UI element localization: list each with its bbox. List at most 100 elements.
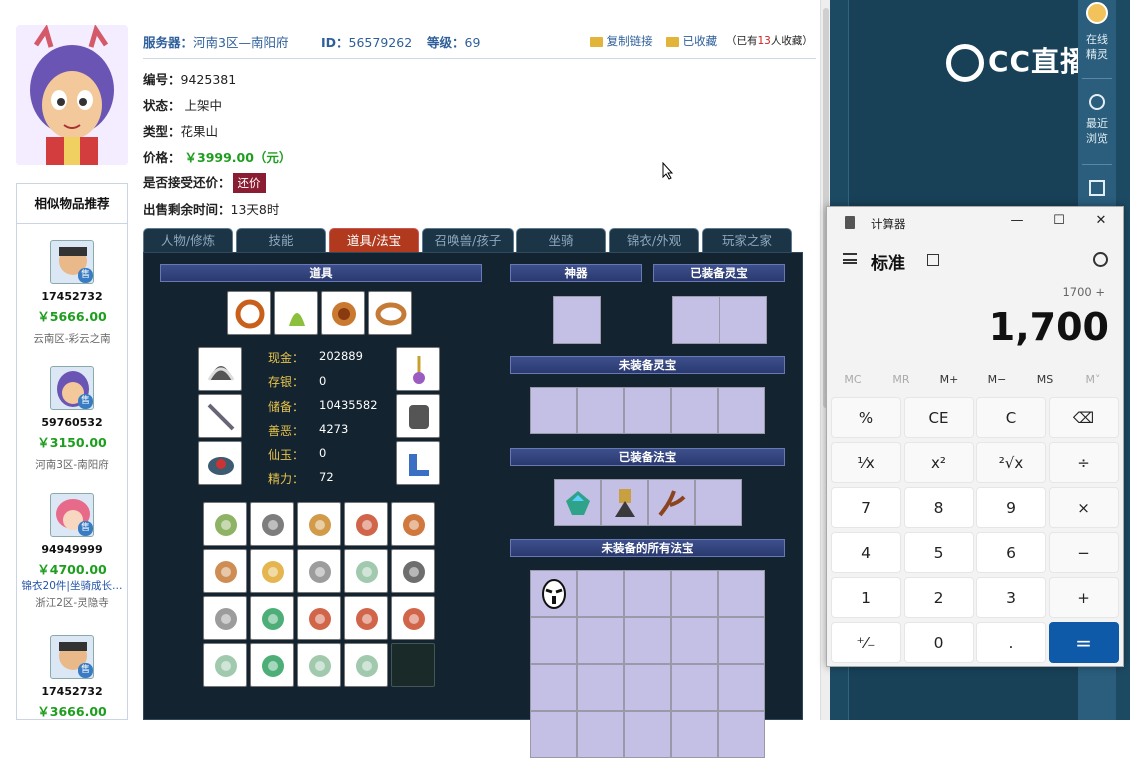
- equip-slot[interactable]: [396, 394, 440, 438]
- tab-items[interactable]: 道具/法宝: [329, 228, 419, 252]
- bag-slot[interactable]: [297, 596, 341, 640]
- calc-key[interactable]: %: [831, 397, 901, 438]
- item-tag[interactable]: 锦衣20件|坐骑成长…: [17, 578, 127, 593]
- bag-slot[interactable]: [297, 643, 341, 687]
- item-thumbnail[interactable]: 售: [50, 240, 94, 284]
- online-assistant-button[interactable]: 在线 精灵: [1078, 2, 1116, 62]
- calc-key[interactable]: ²√x: [976, 442, 1046, 483]
- bag-slot[interactable]: [203, 643, 247, 687]
- haggle-button[interactable]: 还价: [232, 173, 266, 193]
- fabao-slot[interactable]: [577, 664, 624, 711]
- tab-skills[interactable]: 技能: [236, 228, 326, 252]
- bag-slot[interactable]: [203, 549, 247, 593]
- bag-slot[interactable]: [344, 549, 388, 593]
- tab-appearance[interactable]: 锦衣/外观: [609, 228, 699, 252]
- fabao-slot[interactable]: [554, 479, 601, 526]
- item-thumbnail[interactable]: 售: [50, 493, 94, 537]
- fabao-slot[interactable]: [695, 479, 742, 526]
- equip-slot[interactable]: [227, 291, 271, 335]
- bag-slot[interactable]: [250, 549, 294, 593]
- calc-key[interactable]: 3: [976, 577, 1046, 618]
- memory-button[interactable]: M−: [973, 373, 1021, 386]
- fabao-slot[interactable]: [530, 711, 577, 758]
- bag-slot[interactable]: [203, 502, 247, 546]
- fabao-slot[interactable]: [671, 570, 718, 617]
- item-thumbnail[interactable]: 售: [50, 635, 94, 679]
- fabao-slot[interactable]: [577, 711, 624, 758]
- memory-button[interactable]: MS: [1021, 373, 1069, 386]
- fabao-slot[interactable]: [601, 479, 648, 526]
- memory-button[interactable]: MC: [829, 373, 877, 386]
- item-thumbnail[interactable]: 售: [50, 366, 94, 410]
- fabao-slot[interactable]: [624, 617, 671, 664]
- similar-item[interactable]: 售 59760532 ￥3150.00 河南3区-南阳府: [17, 366, 127, 472]
- bag-slot[interactable]: [391, 643, 435, 687]
- memory-button[interactable]: M+: [925, 373, 973, 386]
- calc-key[interactable]: 1: [831, 577, 901, 618]
- fabao-slot[interactable]: [671, 617, 718, 664]
- calc-key[interactable]: +: [1048, 577, 1119, 618]
- similar-item[interactable]: 售 94949999 ￥4700.00 锦衣20件|坐骑成长… 浙江2区-灵隐寺: [17, 493, 127, 610]
- bag-slot[interactable]: [391, 549, 435, 593]
- recent-browse-button[interactable]: 最近 浏览: [1078, 94, 1116, 146]
- fabao-slot[interactable]: [671, 664, 718, 711]
- lingbao-slot[interactable]: [718, 387, 765, 434]
- calc-key[interactable]: 7: [831, 487, 901, 528]
- maximize-button[interactable]: ☐: [1047, 213, 1071, 233]
- tab-character[interactable]: 人物/修炼: [143, 228, 233, 252]
- fabao-slot[interactable]: [718, 617, 765, 664]
- similar-item[interactable]: 售 17452732 ￥5666.00 云南区-彩云之南: [17, 240, 127, 346]
- calc-key[interactable]: x²: [903, 442, 974, 483]
- calc-key[interactable]: 0: [903, 622, 974, 663]
- calc-key[interactable]: 8: [903, 487, 974, 528]
- equip-slot[interactable]: [198, 347, 242, 391]
- calc-key[interactable]: −: [1048, 532, 1119, 573]
- calc-key[interactable]: ⁺⁄₋: [831, 622, 901, 663]
- memory-button[interactable]: MR: [877, 373, 925, 386]
- minimize-button[interactable]: —: [1005, 213, 1029, 233]
- lingbao-slot[interactable]: [671, 387, 718, 434]
- history-icon[interactable]: [1093, 252, 1108, 267]
- calc-key[interactable]: 4: [831, 532, 901, 573]
- fabao-slot[interactable]: [648, 479, 695, 526]
- bag-slot[interactable]: [250, 502, 294, 546]
- fabao-slot[interactable]: [718, 711, 765, 758]
- calc-key[interactable]: 5: [903, 532, 974, 573]
- calc-key[interactable]: =: [1048, 622, 1119, 663]
- fabao-slot[interactable]: [624, 570, 671, 617]
- calc-key[interactable]: CE: [903, 397, 974, 438]
- equip-slot[interactable]: [274, 291, 318, 335]
- calc-key[interactable]: 9: [976, 487, 1046, 528]
- edit-button[interactable]: [1078, 180, 1116, 196]
- fabao-slot[interactable]: [624, 711, 671, 758]
- bag-slot[interactable]: [391, 502, 435, 546]
- fabao-slot[interactable]: [530, 664, 577, 711]
- memory-button[interactable]: M˅: [1069, 373, 1117, 386]
- fabao-slot[interactable]: [671, 711, 718, 758]
- calc-key[interactable]: .: [976, 622, 1046, 663]
- equip-slot[interactable]: [198, 441, 242, 485]
- bag-slot[interactable]: [203, 596, 247, 640]
- equip-slot[interactable]: [321, 291, 365, 335]
- keep-on-top-icon[interactable]: [927, 254, 939, 266]
- artifact-slot[interactable]: [553, 296, 601, 344]
- fabao-slot[interactable]: [624, 664, 671, 711]
- fabao-slot[interactable]: [718, 664, 765, 711]
- fabao-slot[interactable]: [530, 617, 577, 664]
- fabao-slot[interactable]: [577, 617, 624, 664]
- lingbao-slot[interactable]: [624, 387, 671, 434]
- bag-slot[interactable]: [344, 502, 388, 546]
- bag-slot[interactable]: [250, 643, 294, 687]
- favorite-button[interactable]: 已收藏: [666, 33, 717, 49]
- bag-slot[interactable]: [344, 643, 388, 687]
- similar-item[interactable]: 售 17452732 ￥3666.00: [17, 635, 127, 720]
- lingbao-slot[interactable]: [672, 296, 720, 344]
- equip-slot[interactable]: [396, 347, 440, 391]
- calculator-titlebar[interactable]: 计算器 — ☐ ✕: [827, 207, 1123, 239]
- bag-slot[interactable]: [297, 502, 341, 546]
- calc-key[interactable]: 2: [903, 577, 974, 618]
- equip-slot[interactable]: [396, 441, 440, 485]
- fabao-slot[interactable]: [577, 570, 624, 617]
- equip-slot[interactable]: [368, 291, 412, 335]
- calc-key[interactable]: C: [976, 397, 1046, 438]
